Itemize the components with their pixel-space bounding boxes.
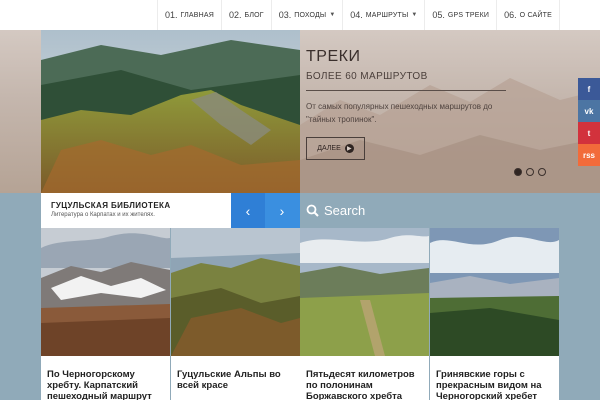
chevron-left-icon[interactable]: ‹	[231, 193, 265, 228]
nav-item-number: 02.	[229, 10, 242, 20]
nav-item-routes[interactable]: 04. МАРШРУТЫ ▼	[342, 0, 424, 30]
library-band: ГУЦУЛЬСКАЯ БИБЛИОТЕКА Литература о Карпа…	[0, 193, 600, 228]
hero-image	[41, 30, 300, 193]
twitter-icon[interactable]: t	[578, 122, 600, 144]
nav-item-number: 03.	[278, 10, 292, 20]
nav-item-label: GPS ТРЕКИ	[447, 11, 490, 19]
library-title: ГУЦУЛЬСКАЯ БИБЛИОТЕКА	[51, 201, 171, 210]
hero-more-button[interactable]: ДАЛЕЕ ▶	[306, 137, 365, 160]
search-input[interactable]: Search	[324, 203, 365, 218]
nav-item-number: 01.	[164, 10, 178, 20]
chevron-down-icon: ▼	[411, 12, 418, 18]
route-card-title: Пятьдесят километров по полонинам Боржав…	[306, 369, 415, 400]
nav-item-blog[interactable]: 02. БЛОГ	[221, 0, 271, 30]
slider-dot-1[interactable]	[514, 168, 522, 176]
slider-pagination	[514, 168, 546, 176]
nav-item-number: 04.	[350, 10, 363, 20]
hero-title: ТРЕКИ	[306, 48, 361, 65]
hero-subtitle: БОЛЕЕ 60 МАРШРУТОВ	[306, 71, 428, 82]
vk-icon[interactable]: vk	[578, 100, 600, 122]
nav-item-label: МАРШРУТЫ	[365, 11, 409, 19]
hero-caption: ТРЕКИ БОЛЕЕ 60 МАРШРУТОВ От самых популя…	[306, 30, 516, 193]
route-card-image	[171, 228, 300, 356]
nav-item-label: ГЛАВНАЯ	[180, 11, 215, 19]
hero-description: От самых популярных пешеходных маршрутов…	[306, 102, 493, 124]
facebook-icon[interactable]: f	[578, 78, 600, 100]
nav-item-label: ПОХОДЫ	[294, 11, 327, 19]
route-card-1[interactable]: По Черногорскому хребту. Карпатский пеше…	[41, 228, 170, 400]
library-arrows: ‹ ›	[231, 193, 300, 228]
hero-slider: ТРЕКИ БОЛЕЕ 60 МАРШРУТОВ От самых популя…	[0, 30, 600, 193]
library-subtitle: Литература о Карпатах и их жителях.	[51, 212, 155, 218]
nav-item-label: БЛОГ	[244, 11, 264, 19]
search-bar[interactable]: Search	[306, 193, 566, 228]
route-card-image	[430, 228, 559, 356]
route-card-title: По Черногорскому хребту. Карпатский пеше…	[47, 369, 152, 400]
slider-dot-3[interactable]	[538, 168, 546, 176]
search-icon	[306, 204, 319, 217]
top-navigation: 01. ГЛАВНАЯ 02. БЛОГ 03. ПОХОДЫ ▼ 04. МА…	[0, 0, 600, 30]
hero-divider	[306, 90, 506, 91]
nav-menu: 01. ГЛАВНАЯ 02. БЛОГ 03. ПОХОДЫ ▼ 04. МА…	[156, 0, 560, 30]
route-card-image	[300, 228, 429, 356]
chevron-down-icon: ▼	[329, 12, 336, 18]
rss-icon[interactable]: rss	[578, 144, 600, 166]
route-cards: По Черногорскому хребту. Карпатский пеше…	[0, 228, 600, 400]
route-card-4[interactable]: Гринявские горы с прекрасным видом на Че…	[430, 228, 559, 400]
arrow-right-circle-icon: ▶	[344, 144, 354, 153]
nav-item-home[interactable]: 01. ГЛАВНАЯ	[156, 0, 221, 30]
nav-item-number: 05.	[432, 10, 445, 20]
nav-item-hikes[interactable]: 03. ПОХОДЫ ▼	[270, 0, 343, 30]
route-card-image	[41, 228, 170, 356]
slider-dot-2[interactable]	[526, 168, 534, 176]
library-card[interactable]: ГУЦУЛЬСКАЯ БИБЛИОТЕКА Литература о Карпа…	[41, 193, 231, 228]
route-card-3[interactable]: Пятьдесят километров по полонинам Боржав…	[300, 228, 429, 400]
route-card-2[interactable]: Гуцульские Альпы во всей красе	[171, 228, 300, 400]
route-card-title: Гуцульские Альпы во всей красе	[177, 369, 281, 391]
chevron-right-icon[interactable]: ›	[265, 193, 299, 228]
nav-item-gps-tracks[interactable]: 05. GPS ТРЕКИ	[424, 0, 496, 30]
nav-item-number: 06.	[504, 10, 517, 20]
social-share-bar: f vk t rss	[578, 78, 600, 166]
hero-more-label: ДАЛЕЕ	[317, 145, 341, 152]
route-card-title: Гринявские горы с прекрасным видом на Че…	[436, 369, 542, 400]
nav-item-about[interactable]: 06. О САЙТЕ	[496, 0, 560, 30]
nav-item-label: О САЙТЕ	[519, 11, 552, 19]
